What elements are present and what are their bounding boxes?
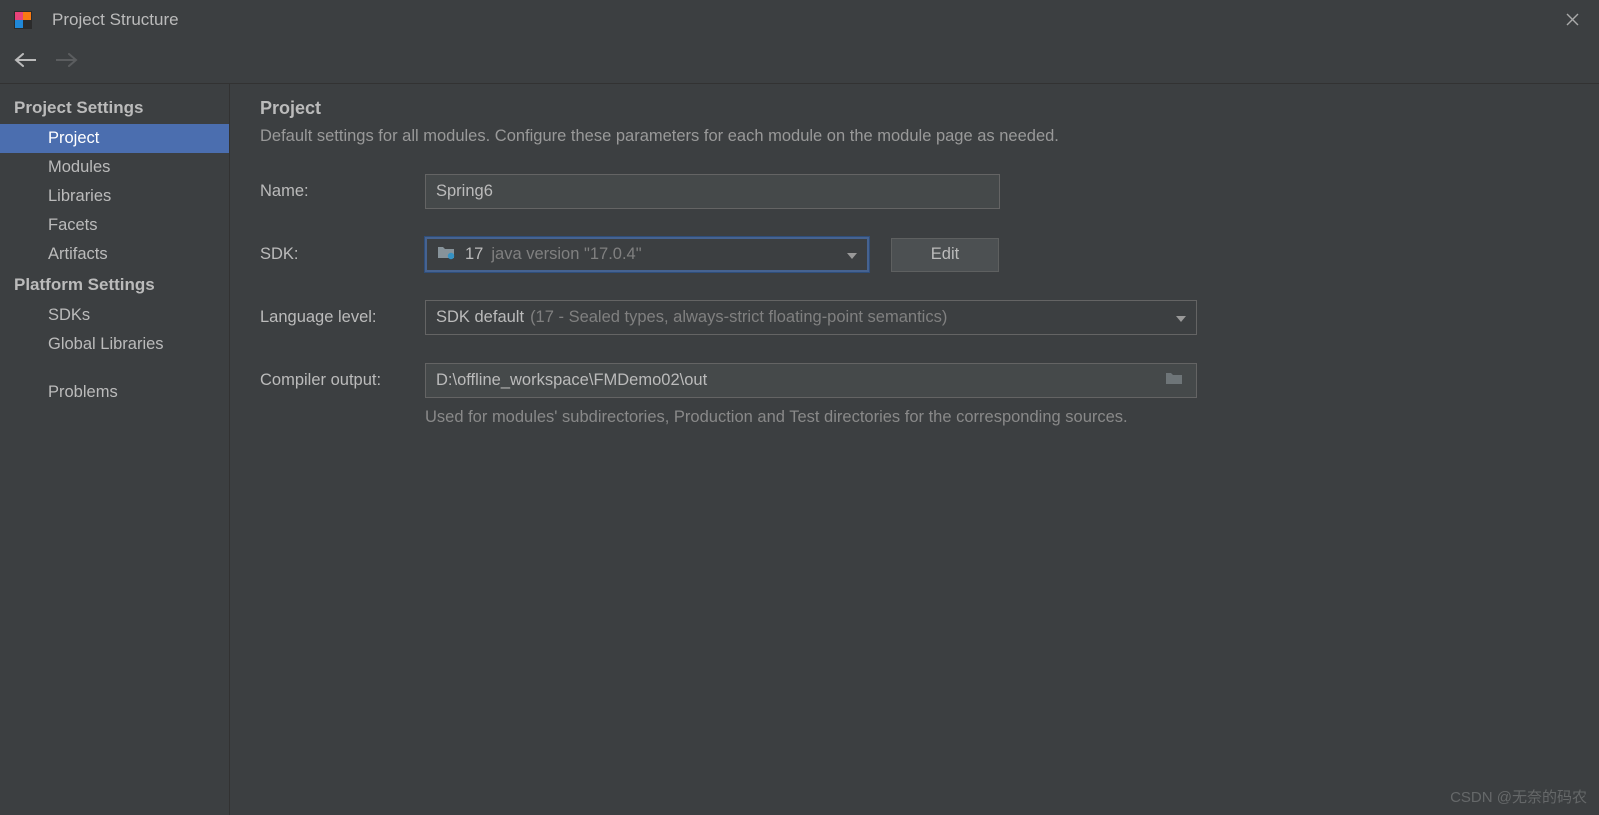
sidebar-item-artifacts[interactable]: Artifacts [0, 240, 229, 269]
content-panel: Project Default settings for all modules… [230, 84, 1599, 815]
edit-button[interactable]: Edit [891, 238, 999, 272]
name-label: Name: [260, 182, 425, 201]
sidebar-item-facets[interactable]: Facets [0, 211, 229, 240]
sidebar-header-project-settings: Project Settings [0, 92, 229, 124]
chevron-down-icon [847, 245, 857, 264]
chevron-down-icon [1176, 308, 1186, 327]
sidebar-item-global-libraries[interactable]: Global Libraries [0, 330, 229, 359]
row-language-level: Language level: SDK default (17 - Sealed… [260, 300, 1569, 335]
name-input[interactable] [425, 174, 1000, 209]
sidebar-item-label: Facets [48, 216, 98, 234]
watermark: CSDN @无奈的码农 [1450, 786, 1587, 807]
sidebar-item-label: Global Libraries [48, 335, 164, 353]
titlebar: Project Structure [0, 0, 1599, 40]
forward-button[interactable] [56, 50, 78, 73]
language-level-value: SDK default [436, 308, 524, 327]
sidebar-item-label: Artifacts [48, 245, 108, 263]
sidebar-item-sdks[interactable]: SDKs [0, 301, 229, 330]
sdk-dropdown[interactable]: 17 java version "17.0.4" [425, 237, 869, 272]
folder-icon [437, 244, 455, 265]
sidebar-item-modules[interactable]: Modules [0, 153, 229, 182]
sidebar-item-label: Modules [48, 158, 110, 176]
sdk-version: 17 [465, 245, 483, 264]
sidebar-item-libraries[interactable]: Libraries [0, 182, 229, 211]
sidebar-item-label: SDKs [48, 306, 90, 324]
nav-toolbar [0, 40, 1599, 84]
back-button[interactable] [14, 50, 36, 73]
compiler-output-label: Compiler output: [260, 371, 425, 390]
sidebar-item-problems[interactable]: Problems [0, 377, 229, 408]
sidebar-item-project[interactable]: Project [0, 124, 229, 153]
sidebar-item-label: Problems [48, 383, 118, 401]
sidebar-item-label: Libraries [48, 187, 111, 205]
language-level-dropdown[interactable]: SDK default (17 - Sealed types, always-s… [425, 300, 1197, 335]
app-icon [12, 9, 34, 31]
row-compiler-output: Compiler output: [260, 363, 1569, 398]
language-level-detail: (17 - Sealed types, always-strict floati… [530, 308, 947, 327]
language-level-label: Language level: [260, 308, 425, 327]
sidebar-header-platform-settings: Platform Settings [0, 269, 229, 301]
page-description: Default settings for all modules. Config… [260, 127, 1569, 146]
compiler-output-input[interactable] [425, 363, 1197, 398]
compiler-output-hint: Used for modules' subdirectories, Produc… [425, 408, 1569, 427]
browse-folder-icon[interactable] [1165, 371, 1183, 390]
close-icon[interactable] [1558, 6, 1587, 35]
window-title: Project Structure [52, 10, 179, 30]
sdk-label: SDK: [260, 245, 425, 264]
sidebar-item-label: Project [48, 129, 99, 147]
sdk-detail: java version "17.0.4" [491, 245, 641, 264]
row-name: Name: [260, 174, 1569, 209]
row-sdk: SDK: 17 java version "17.0.4" Edit [260, 237, 1569, 272]
page-title: Project [260, 98, 1569, 119]
sidebar: Project Settings Project Modules Librari… [0, 84, 230, 815]
